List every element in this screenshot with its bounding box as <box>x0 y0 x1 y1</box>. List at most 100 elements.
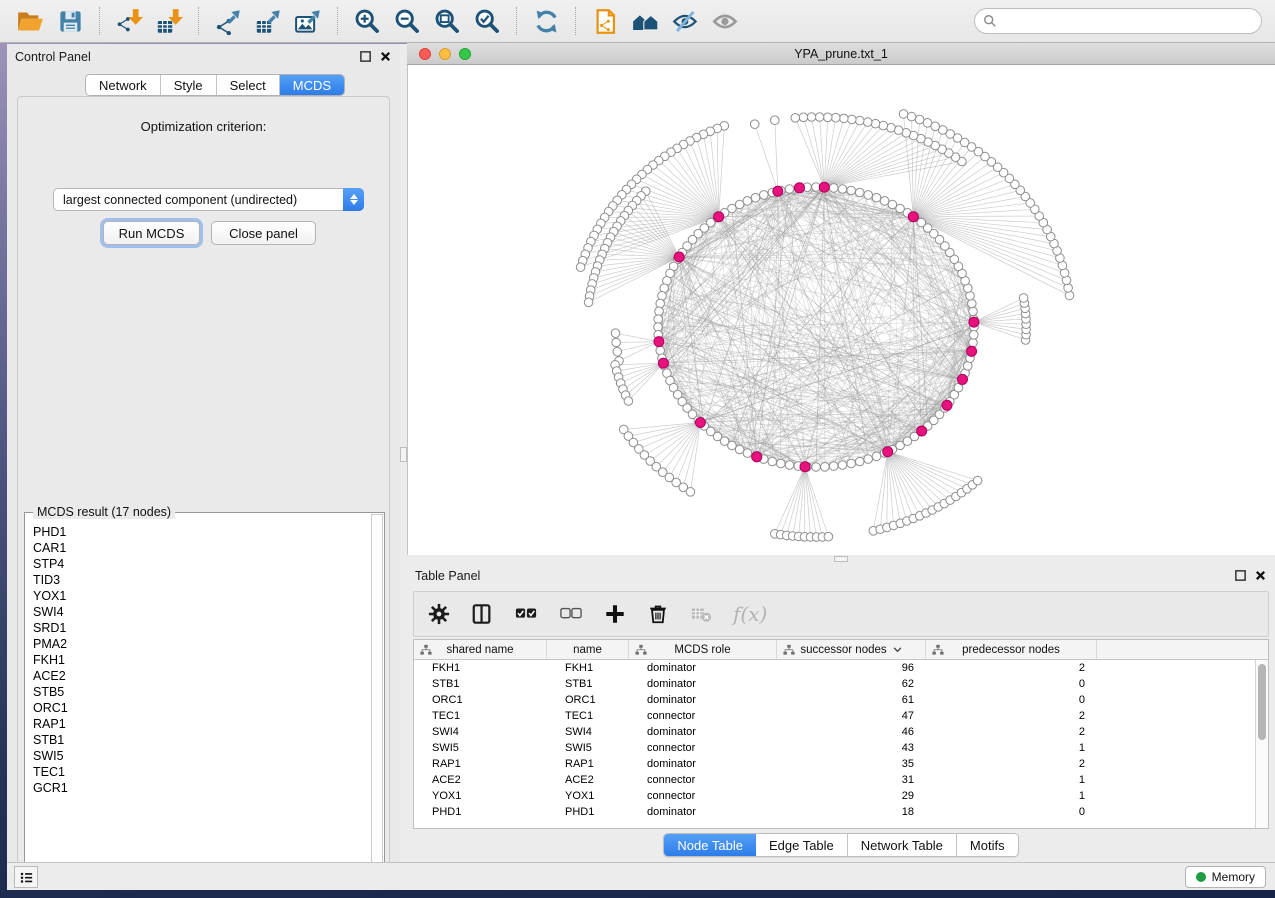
mcds-result-item[interactable]: STB1 <box>33 732 370 748</box>
mcds-result-item[interactable]: SRD1 <box>33 620 370 636</box>
table-row[interactable]: ORC1ORC1dominator610 <box>414 692 1255 708</box>
float-panel-icon[interactable] <box>1234 569 1247 582</box>
open-file-icon[interactable] <box>13 5 47 37</box>
table-row[interactable]: ACE2ACE2connector311 <box>414 772 1255 788</box>
zoom-in-icon[interactable] <box>350 5 384 37</box>
zoom-out-icon[interactable] <box>390 5 424 37</box>
mcds-result-item[interactable]: ORC1 <box>33 700 370 716</box>
mcds-result-item[interactable]: SWI5 <box>33 748 370 764</box>
table-row[interactable]: STB1STB1dominator620 <box>414 676 1255 692</box>
column-header-predecessor-nodes[interactable]: predecessor nodes <box>926 640 1097 659</box>
tab-network[interactable]: Network <box>86 75 161 95</box>
export-table-icon[interactable] <box>251 5 285 37</box>
horizontal-splitter[interactable] <box>407 555 1275 563</box>
gear-icon[interactable] <box>428 603 450 625</box>
window-minimize-button[interactable] <box>439 48 451 60</box>
plus-icon[interactable] <box>604 603 626 625</box>
tab-motifs[interactable]: Motifs <box>957 834 1018 856</box>
mcds-result-item[interactable]: FKH1 <box>33 652 370 668</box>
horizontal-splitter-grip[interactable] <box>834 556 848 562</box>
column-header-shared-name[interactable]: shared name <box>414 640 547 659</box>
zoom-fit-icon[interactable] <box>430 5 464 37</box>
tab-node-table[interactable]: Node Table <box>664 834 756 856</box>
column-header-name[interactable]: name <box>547 640 629 659</box>
mcds-list-scrollbar[interactable] <box>371 514 383 882</box>
table-row[interactable]: YOX1YOX1connector291 <box>414 788 1255 804</box>
status-bar: Memory <box>7 862 1275 890</box>
cell-shared-name: SWI5 <box>414 740 547 756</box>
table-row[interactable]: SWI4SWI4dominator462 <box>414 724 1255 740</box>
import-table-icon[interactable] <box>152 5 186 37</box>
table-panel: Table Panel f(x) shared namenameMCDS rol… <box>407 563 1275 862</box>
checkbox-unchecked-icon[interactable] <box>559 603 583 625</box>
mcds-result-item[interactable]: GCR1 <box>33 780 370 796</box>
show-eye-icon[interactable] <box>708 5 742 37</box>
export-network-icon[interactable] <box>211 5 245 37</box>
table-row[interactable]: FKH1FKH1dominator962 <box>414 660 1255 676</box>
attribute-tree-icon <box>783 644 795 659</box>
run-mcds-button[interactable]: Run MCDS <box>103 221 200 245</box>
cell-name: SWI4 <box>547 724 629 740</box>
save-session-icon[interactable] <box>53 5 87 37</box>
tab-select[interactable]: Select <box>217 75 280 95</box>
mcds-result-item[interactable]: PHD1 <box>33 524 370 540</box>
float-panel-icon[interactable] <box>359 50 372 63</box>
tab-network-table[interactable]: Network Table <box>848 834 957 856</box>
mcds-result-item[interactable]: SWI4 <box>33 604 370 620</box>
control-panel-tabs: NetworkStyleSelectMCDS <box>85 74 345 96</box>
trash-icon[interactable] <box>647 603 669 625</box>
window-close-button[interactable] <box>419 48 431 60</box>
tab-style[interactable]: Style <box>161 75 217 95</box>
toolbar-separator <box>99 7 100 35</box>
refresh-view-icon[interactable] <box>529 5 563 37</box>
table-scrollbar-thumb[interactable] <box>1258 664 1266 740</box>
column-header-filler <box>1097 640 1268 659</box>
cell-successor-nodes: 96 <box>777 660 926 676</box>
optimization-criterion-select[interactable]: largest connected component (undirected) <box>53 188 364 211</box>
table-row[interactable]: SWI5SWI5connector431 <box>414 740 1255 756</box>
column-header-mcds-role[interactable]: MCDS role <box>629 640 777 659</box>
network-canvas[interactable] <box>407 65 1275 555</box>
import-network-icon[interactable] <box>112 5 146 37</box>
tab-mcds[interactable]: MCDS <box>280 75 344 95</box>
cell-shared-name: TEC1 <box>414 708 547 724</box>
mcds-result-item[interactable]: ACE2 <box>33 668 370 684</box>
zoom-selected-icon[interactable] <box>470 5 504 37</box>
memory-button[interactable]: Memory <box>1185 866 1266 888</box>
close-panel-icon[interactable] <box>379 50 392 63</box>
vertical-splitter-grip[interactable] <box>400 447 407 462</box>
table-row[interactable]: RAP1RAP1dominator352 <box>414 756 1255 772</box>
function-builder-icon: f(x) <box>733 602 767 626</box>
window-zoom-button[interactable] <box>459 48 471 60</box>
search-field[interactable] <box>974 8 1262 34</box>
tab-edge-table[interactable]: Edge Table <box>756 834 848 856</box>
table-scrollbar[interactable] <box>1255 660 1268 828</box>
close-panel-button[interactable]: Close panel <box>211 221 316 245</box>
mcds-result-item[interactable]: TID3 <box>33 572 370 588</box>
cell-name: RAP1 <box>547 756 629 772</box>
network-graph <box>408 65 1275 555</box>
close-panel-icon[interactable] <box>1254 569 1267 582</box>
houses-icon[interactable] <box>628 5 662 37</box>
vertical-splitter[interactable] <box>400 44 407 862</box>
cell-predecessor-nodes: 2 <box>926 756 1097 772</box>
mcds-result-item[interactable]: CAR1 <box>33 540 370 556</box>
search-input[interactable] <box>1001 11 1261 31</box>
column-header-successor-nodes[interactable]: successor nodes <box>777 640 926 659</box>
columns-icon[interactable] <box>471 603 493 625</box>
mcds-result-item[interactable]: YOX1 <box>33 588 370 604</box>
mcds-result-item[interactable]: STP4 <box>33 556 370 572</box>
hide-eye-icon[interactable] <box>668 5 702 37</box>
mcds-result-item[interactable]: STB5 <box>33 684 370 700</box>
table-row[interactable]: TEC1TEC1connector472 <box>414 708 1255 724</box>
table-row[interactable]: PHD1PHD1dominator180 <box>414 804 1255 820</box>
share-document-icon[interactable] <box>588 5 622 37</box>
task-history-button[interactable] <box>14 866 38 888</box>
mcds-result-item[interactable]: PMA2 <box>33 636 370 652</box>
mcds-result-item[interactable]: TEC1 <box>33 764 370 780</box>
cell-shared-name: SWI4 <box>414 724 547 740</box>
export-image-icon[interactable] <box>291 5 325 37</box>
toolbar-icon-group <box>10 5 745 37</box>
mcds-result-item[interactable]: RAP1 <box>33 716 370 732</box>
checkbox-checked-icon[interactable] <box>514 603 538 625</box>
